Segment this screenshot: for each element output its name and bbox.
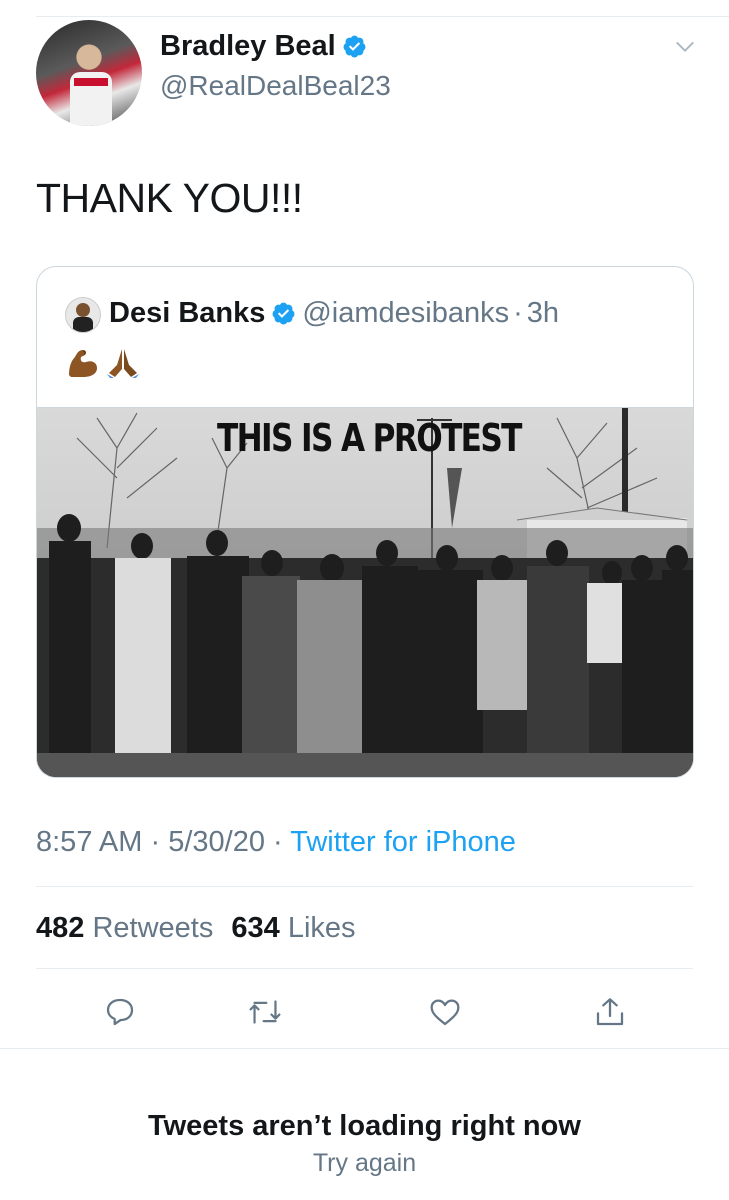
try-again-button[interactable]: Try again	[0, 1149, 729, 1178]
quoted-author-row: Desi Banks @iamdesibanks · 3h	[109, 297, 559, 330]
quoted-handle: @iamdesibanks	[302, 297, 510, 329]
author-display-name[interactable]: Bradley Beal	[160, 30, 336, 63]
reply-button[interactable]	[98, 990, 142, 1034]
likes-count: 634	[231, 912, 280, 944]
like-icon	[430, 999, 460, 1026]
flexed-biceps-icon	[69, 350, 97, 377]
share-button[interactable]	[588, 990, 632, 1034]
divider	[36, 968, 693, 969]
image-caption: THIS IS A PROTEST	[217, 416, 522, 460]
quoted-tweet-image[interactable]: THIS IS A PROTEST	[37, 407, 693, 777]
quoted-tweet-emojis	[65, 347, 141, 379]
share-icon	[596, 998, 624, 1026]
error-message: Tweets aren’t loading right now	[148, 1110, 581, 1142]
verified-badge-icon	[272, 302, 295, 325]
top-divider	[36, 16, 729, 17]
quoted-display-name: Desi Banks	[109, 297, 266, 329]
quoted-avatar-body	[73, 317, 93, 332]
quoted-separator: ·	[513, 297, 523, 329]
tweet-time: 8:57 AM	[36, 826, 143, 858]
likes-stat[interactable]: 634 Likes	[231, 912, 355, 944]
quoted-age: 3h	[526, 297, 560, 329]
author-avatar[interactable]	[36, 20, 142, 126]
retweet-icon	[249, 1000, 281, 1024]
author-handle[interactable]: @RealDealBeal23	[160, 70, 391, 102]
meta-separator: ·	[273, 826, 283, 858]
quoted-author-avatar	[65, 297, 101, 333]
protest-photo	[37, 408, 693, 777]
retweets-stat[interactable]: 482 Retweets	[36, 912, 221, 944]
tweet-text: THANK YOU!!!	[36, 175, 303, 221]
tweet-source-link[interactable]: Twitter for iPhone	[290, 826, 516, 858]
avatar-stripe	[74, 78, 108, 86]
quoted-avatar-face	[76, 303, 90, 317]
tweet-date: 5/30/20	[168, 826, 265, 858]
section-divider	[0, 1048, 729, 1049]
likes-label: Likes	[287, 912, 356, 944]
tweet-actions-bar	[0, 990, 729, 1036]
author-name-row[interactable]: Bradley Beal	[160, 30, 367, 63]
retweets-count: 482	[36, 912, 85, 944]
tweet-metadata: 8:57 AM · 5/30/20 · Twitter for iPhone	[36, 826, 516, 859]
retweet-button[interactable]	[243, 990, 287, 1034]
quoted-tweet-card[interactable]: Desi Banks @iamdesibanks · 3h THIS IS A …	[36, 266, 694, 778]
meta-separator: ·	[150, 826, 161, 858]
verified-badge-icon	[343, 35, 366, 58]
chevron-down-icon[interactable]	[674, 36, 696, 58]
divider	[36, 886, 693, 887]
retweets-label: Retweets	[92, 912, 214, 944]
tweet-stats: 482 Retweets 634 Likes	[36, 912, 356, 945]
folded-hands-icon	[107, 349, 139, 378]
reply-icon	[106, 998, 134, 1026]
like-button[interactable]	[423, 990, 467, 1034]
